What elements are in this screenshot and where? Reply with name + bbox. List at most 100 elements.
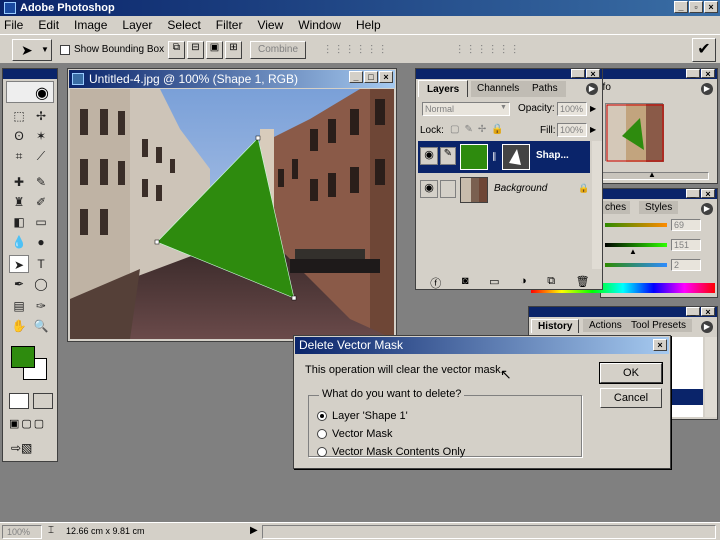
lasso-tool-icon[interactable]: ʘ [9,127,29,145]
tab-tool-presets[interactable]: Tool Presets [625,319,693,332]
menu-image[interactable]: Image [74,18,107,32]
blur-tool-icon[interactable]: 💧 [9,233,29,251]
add-to-shape-icon[interactable]: ⧉ [168,41,185,59]
magic-wand-tool-icon[interactable]: ✶ [31,127,51,145]
jump-to-imageready-icon[interactable]: ⇨▧ [11,441,32,455]
lock-option-icons[interactable]: ▢✎✢🔒 [450,124,509,135]
new-set-icon[interactable]: ▭ [489,275,499,291]
tab-history[interactable]: History [531,319,580,333]
foreground-color-swatch[interactable] [11,346,35,368]
minimize-button[interactable]: _ [674,1,688,13]
navigator-minimize-button[interactable]: _ [686,69,700,79]
opacity-arrow-icon[interactable]: ▶ [590,104,596,113]
eyedropper-tool-icon[interactable]: ✑ [31,297,51,315]
layer-row-shape[interactable]: ◉ ✎ ∥ Shap... [418,141,590,173]
distribute-icons[interactable]: ⫶⫶⫶⫶⫶⫶ [458,43,524,58]
option-contents-only-radio[interactable] [317,447,327,457]
opacity-field[interactable]: 100% [557,102,587,116]
adobe-online-icon[interactable]: ◉ [6,81,54,103]
blend-mode-select[interactable]: Normal [422,102,510,116]
option-layer-label[interactable]: Layer 'Shape 1' [332,410,408,422]
marquee-tool-icon[interactable]: ⬚ [9,107,29,125]
menu-view[interactable]: View [257,18,283,32]
notes-tool-icon[interactable]: ▤ [9,297,29,315]
eraser-tool-icon[interactable]: ◧ [9,213,29,231]
navigator-thumbnail[interactable] [605,103,664,162]
layer-fill-thumbnail[interactable] [460,144,488,170]
vector-mask-thumbnail[interactable] [502,144,530,170]
tab-layers[interactable]: Layers [418,80,469,97]
dodge-tool-icon[interactable]: ● [31,233,51,251]
healing-brush-icon[interactable]: ✚ [9,173,29,191]
menu-filter[interactable]: Filter [216,18,243,32]
color-minimize-button[interactable]: _ [686,189,700,199]
standard-mode-icon[interactable] [9,393,29,409]
tab-swatches[interactable]: ches [601,201,631,214]
tool-preset-picker[interactable]: ➤ ▼ [12,39,52,61]
menu-edit[interactable]: Edit [38,18,59,32]
menu-select[interactable]: Select [167,18,200,32]
layers-menu-icon[interactable]: ▶ [586,83,598,95]
restore-button[interactable]: ▫ [689,1,703,13]
pen-tool-icon[interactable]: ✒ [9,275,29,293]
menu-help[interactable]: Help [356,18,381,32]
doc-maximize-button[interactable]: □ [364,71,378,83]
layers-minimize-button[interactable]: _ [571,69,585,79]
background-thumbnail[interactable] [460,177,488,203]
path-selection-tool-icon[interactable]: ➤ [9,255,29,273]
option-layer-radio[interactable] [317,411,327,421]
option-vector-mask-radio[interactable] [317,429,327,439]
show-bounding-box-checkbox[interactable] [60,44,70,55]
layers-close-button[interactable]: × [586,69,600,79]
delete-layer-icon[interactable]: 🗑 [576,275,590,291]
tab-actions[interactable]: Actions [583,319,628,332]
crop-tool-icon[interactable]: ⌗ [9,147,29,165]
zoom-level-field[interactable]: 100% [2,525,42,539]
history-scrollbar[interactable] [705,337,717,417]
hand-tool-icon[interactable]: ✋ [9,317,29,335]
doc-close-button[interactable]: × [379,71,393,83]
navigator-close-button[interactable]: × [701,69,715,79]
close-button[interactable]: × [704,1,718,13]
fill-arrow-icon[interactable]: ▶ [590,125,596,134]
layer-row-background[interactable]: ◉ Background 🔒 [418,174,590,206]
gradient-tool-icon[interactable]: ▭ [31,213,51,231]
layer-name-shape[interactable]: Shap... [536,150,569,161]
option-vector-mask-label[interactable]: Vector Mask [332,428,393,440]
image-canvas[interactable] [70,89,394,339]
doc-minimize-button[interactable]: _ [349,71,363,83]
red-value-field[interactable]: 69 [671,219,701,231]
tab-styles[interactable]: Styles [639,201,679,214]
layers-scrollbar[interactable] [592,141,602,269]
zoom-tool-icon[interactable]: 🔍 [31,317,51,335]
history-minimize-button[interactable]: _ [686,307,700,317]
blue-slider[interactable] [605,263,667,267]
commit-check-icon[interactable]: ✔ [692,38,716,62]
cancel-button[interactable]: Cancel [600,388,662,408]
ok-button[interactable]: OK [599,362,663,384]
tab-channels[interactable]: Channels [471,81,526,97]
screen-mode-icons[interactable]: ▣▢▢ [9,417,46,430]
layer-brush-icon[interactable]: ✎ [440,147,456,165]
slice-tool-icon[interactable]: ⟋ [31,147,51,165]
option-contents-only-label[interactable]: Vector Mask Contents Only [332,446,465,458]
add-mask-icon[interactable]: ◙ [462,275,469,291]
exclude-shape-icon[interactable]: ⊞ [225,41,242,59]
history-menu-icon[interactable]: ▶ [701,321,713,333]
align-icons[interactable]: ⫶⫶⫶⫶⫶⫶ [326,43,392,58]
tab-paths[interactable]: Paths [524,81,566,97]
adjustment-layer-icon[interactable]: ◑ [520,275,527,291]
layer-name-background[interactable]: Background [494,183,547,194]
combine-button[interactable]: Combine [250,41,306,59]
shape-tool-icon[interactable]: ◯ [31,275,51,293]
navigator-zoom-slider[interactable]: ▲ [599,170,709,180]
intersect-shape-icon[interactable]: ▣ [206,41,223,59]
quick-mask-mode-icon[interactable] [33,393,53,409]
background-brush-slot[interactable] [440,180,456,198]
menu-layer[interactable]: Layer [122,18,152,32]
new-layer-icon[interactable]: ⧉ [547,275,555,291]
fill-field[interactable]: 100% [557,123,587,137]
type-tool-icon[interactable]: T [31,255,51,273]
history-close-button[interactable]: × [701,307,715,317]
blue-value-field[interactable]: 2 [671,259,701,271]
